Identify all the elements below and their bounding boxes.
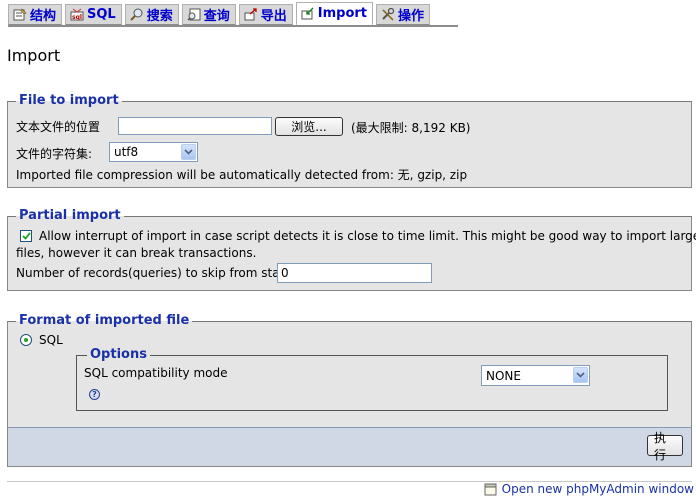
skip-records-label: Number of records(queries) to skip from …: [16, 266, 290, 280]
page-title: Import: [7, 46, 61, 65]
tab-search[interactable]: 搜索: [124, 4, 179, 26]
allow-interrupt-label-line1: Allow interrupt of import in case script…: [39, 229, 696, 243]
open-new-window-link[interactable]: Open new phpMyAdmin window: [484, 482, 694, 496]
tab-export-label: 导出: [260, 9, 287, 24]
allow-interrupt-label-line2: files, however it can break transactions…: [16, 246, 257, 260]
file-to-import-legend: File to import: [16, 93, 122, 109]
tab-import[interactable]: Import: [295, 2, 374, 26]
tab-operations[interactable]: 操作: [376, 4, 431, 26]
help-icon[interactable]: ?: [89, 389, 100, 400]
charset-selected-value: utf8: [114, 145, 139, 159]
compression-note: Imported file compression will be automa…: [16, 168, 468, 182]
tab-operations-label: 操作: [398, 9, 425, 24]
new-window-icon: [484, 483, 497, 495]
search-icon: [130, 8, 143, 21]
chevron-down-icon: [181, 144, 196, 160]
file-path-input[interactable]: [118, 117, 272, 135]
tab-underline: [8, 25, 458, 27]
allow-interrupt-checkbox[interactable]: [20, 230, 32, 242]
format-legend: Format of imported file: [16, 313, 193, 329]
file-to-import-fieldset: File to import 文本文件的位置 浏览... (最大限制: 8,19…: [7, 93, 692, 188]
tab-sql[interactable]: sql SQL: [65, 4, 122, 26]
tab-structure[interactable]: 结构: [8, 4, 63, 26]
query-icon: [187, 8, 201, 21]
partial-import-legend: Partial import: [16, 208, 124, 224]
export-icon: [244, 8, 257, 21]
file-location-label: 文本文件的位置: [16, 120, 101, 134]
svg-text:sql: sql: [72, 14, 82, 21]
options-legend: Options: [87, 347, 150, 363]
tab-bar: 结构 sql SQL 搜索 查询 导出 Import 操作: [8, 2, 433, 26]
radio-selected-dot: [24, 338, 28, 342]
sql-compat-select[interactable]: NONE: [481, 365, 590, 386]
options-fieldset: Options SQL compatibility mode NONE ?: [76, 347, 668, 411]
max-size-note: (最大限制: 8,192 KB): [351, 121, 471, 135]
tab-search-label: 搜索: [146, 9, 173, 24]
browse-button[interactable]: 浏览...: [275, 117, 343, 136]
sql-compat-selected-value: NONE: [486, 368, 521, 383]
operations-icon: [382, 8, 395, 21]
charset-label: 文件的字符集:: [16, 147, 93, 161]
open-new-window-label: Open new phpMyAdmin window: [501, 482, 694, 496]
structure-icon: [13, 8, 27, 21]
tab-query-label: 查询: [203, 9, 230, 24]
sql-icon: sql: [70, 8, 84, 21]
chevron-down-icon: [573, 367, 588, 383]
skip-records-input[interactable]: [277, 263, 432, 283]
import-icon: [301, 7, 314, 20]
format-fieldset: Format of imported file SQL Options SQL …: [7, 313, 692, 467]
tab-query[interactable]: 查询: [181, 4, 236, 26]
sql-format-label: SQL: [39, 333, 63, 347]
charset-select[interactable]: utf8: [109, 142, 198, 162]
go-button[interactable]: 执行: [647, 431, 683, 462]
sql-format-radio[interactable]: [20, 334, 32, 346]
tab-sql-label: SQL: [87, 7, 116, 22]
tab-import-label: Import: [317, 6, 368, 21]
tab-export[interactable]: 导出: [238, 4, 293, 26]
sql-compat-label: SQL compatibility mode: [84, 366, 228, 380]
checkmark-icon: [21, 232, 31, 240]
submit-bar: 执行: [8, 427, 691, 466]
partial-import-fieldset: Partial import Allow interrupt of import…: [7, 208, 696, 291]
tab-structure-label: 结构: [30, 9, 57, 24]
